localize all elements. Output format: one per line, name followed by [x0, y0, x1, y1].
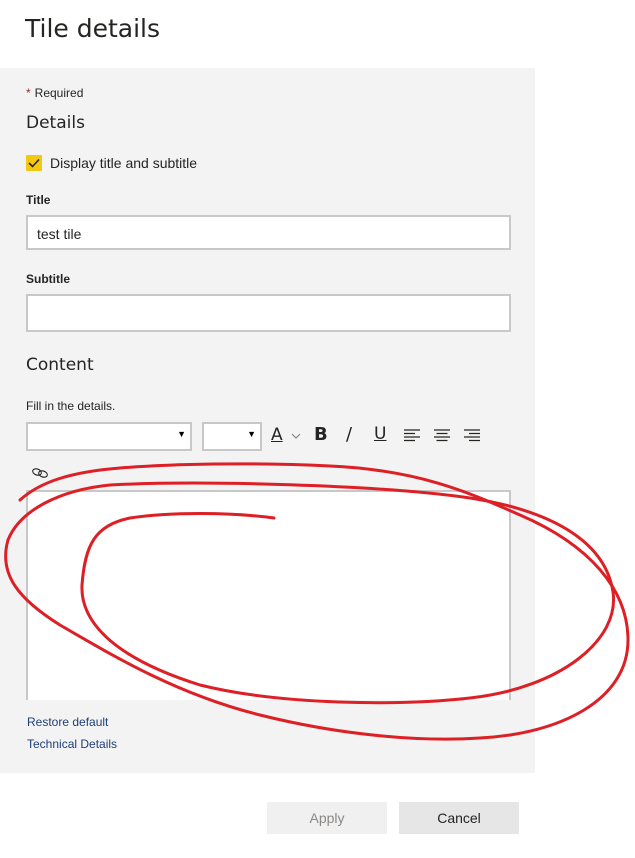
title-input[interactable]: test tile — [26, 215, 511, 250]
checkmark-icon — [28, 158, 40, 168]
font-size-select[interactable]: ▼ — [202, 422, 262, 451]
insert-link-button[interactable] — [31, 466, 51, 492]
italic-button[interactable]: / — [346, 424, 360, 450]
content-hint: Fill in the details. — [26, 399, 116, 413]
font-color-button[interactable]: A — [270, 424, 304, 450]
display-title-checkbox[interactable] — [26, 155, 42, 171]
align-center-icon — [434, 429, 450, 442]
italic-icon: / — [346, 424, 353, 445]
font-color-icon: A — [271, 425, 283, 445]
required-note-label: Required — [34, 86, 84, 100]
underline-icon: U — [374, 424, 387, 444]
technical-details-link[interactable]: Technical Details — [27, 737, 117, 751]
restore-default-link[interactable]: Restore default — [27, 715, 108, 729]
align-left-icon — [404, 429, 420, 442]
required-asterisk: * — [26, 86, 31, 100]
font-family-select[interactable]: ▼ — [26, 422, 192, 451]
title-label: Title — [26, 193, 51, 207]
align-center-button[interactable] — [433, 424, 451, 450]
content-editor[interactable] — [26, 490, 511, 700]
details-heading: Details — [26, 113, 85, 133]
subtitle-input[interactable] — [26, 294, 511, 332]
content-heading: Content — [26, 355, 94, 375]
chevron-down-icon: ▼ — [177, 429, 186, 439]
chevron-down-icon — [291, 433, 301, 439]
apply-button[interactable]: Apply — [267, 802, 387, 834]
align-right-icon — [464, 429, 480, 442]
underline-button[interactable]: U — [374, 424, 390, 450]
required-note: * Required — [26, 86, 83, 100]
display-title-checkbox-label[interactable]: Display title and subtitle — [50, 155, 197, 171]
bold-icon: B — [314, 424, 328, 445]
align-right-button[interactable] — [463, 424, 481, 450]
subtitle-label: Subtitle — [26, 272, 70, 286]
bold-button[interactable]: B — [314, 424, 332, 450]
cancel-button[interactable]: Cancel — [399, 802, 519, 834]
link-icon — [32, 468, 48, 478]
align-left-button[interactable] — [403, 424, 421, 450]
page-title: Tile details — [25, 14, 161, 43]
chevron-down-icon: ▼ — [247, 429, 256, 439]
